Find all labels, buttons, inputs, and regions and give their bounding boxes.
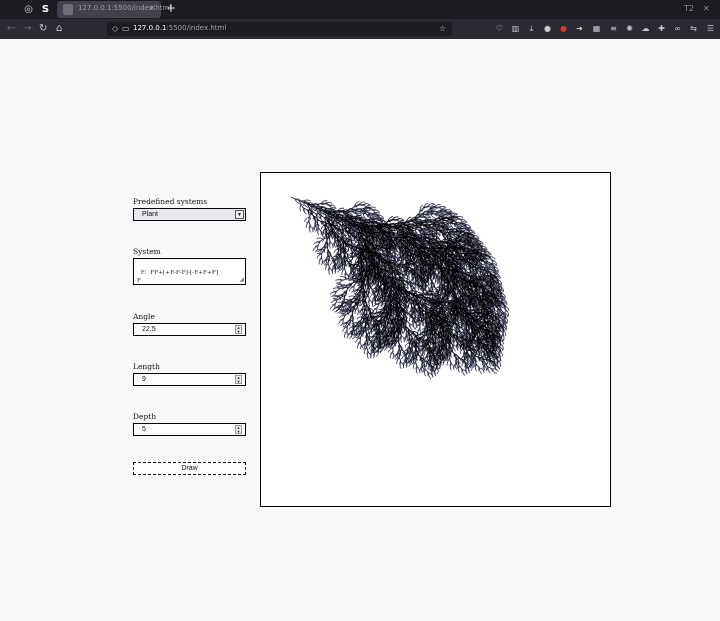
forward-icon[interactable]: →	[23, 23, 31, 35]
predefined-value: Plant	[142, 211, 158, 218]
profile-badge: T2	[684, 4, 694, 13]
extension-gear-icon[interactable]: ✺	[625, 24, 634, 33]
lsystem-canvas[interactable]	[260, 172, 611, 507]
home-icon[interactable]: ⌂	[56, 23, 62, 35]
predefined-label: Predefined systems	[133, 197, 208, 206]
length-label: Length	[133, 362, 160, 371]
depth-spinner-icon[interactable]: ▲ ▼	[235, 425, 242, 434]
url-path: :5500/index.html	[166, 24, 227, 32]
depth-value: 5	[142, 426, 146, 433]
page-info-icon[interactable]: ▭	[122, 24, 130, 34]
depth-label: Depth	[133, 412, 157, 421]
firefox-view-icon[interactable]: ◎	[22, 3, 35, 16]
reader-view-icon[interactable]: ▥	[511, 24, 520, 33]
system-value: F: FF+[+F-F-F]-[-F+F+F] F	[137, 270, 219, 284]
resize-grip-icon[interactable]: ◢	[239, 277, 244, 283]
system-label: System	[133, 247, 161, 256]
angle-label: Angle	[133, 312, 155, 321]
length-input[interactable]: 9 ▲ ▼	[133, 373, 246, 386]
extension-red-icon[interactable]: ●	[559, 24, 568, 33]
url-text[interactable]: 127.0.0.1:5500/index.html	[133, 24, 226, 32]
chevron-down-icon: ▼	[235, 210, 244, 219]
pinned-tab-icon[interactable]: S	[39, 3, 52, 16]
length-value: 9	[142, 376, 146, 383]
angle-value: 22.5	[142, 326, 156, 333]
reload-icon[interactable]: ↻	[39, 23, 47, 35]
extension-list-icon[interactable]: ≡	[609, 24, 618, 33]
plant-drawing	[290, 196, 510, 380]
angle-spinner-icon[interactable]: ▲ ▼	[235, 325, 242, 334]
url-bar[interactable]: ◇ ▭ 127.0.0.1:5500/index.html ☆	[107, 22, 452, 36]
new-tab-button[interactable]: +	[166, 2, 176, 15]
page-favicon-icon	[63, 4, 73, 15]
extension-puzzle-icon[interactable]: ✚	[657, 24, 666, 33]
draw-button[interactable]: Draw	[133, 462, 246, 475]
extension-cloud-icon[interactable]: ☁	[641, 24, 650, 33]
extension-code-icon[interactable]: ⇆	[689, 24, 698, 33]
menu-icon[interactable]: ☰	[706, 24, 715, 33]
angle-input[interactable]: 22.5 ▲ ▼	[133, 323, 246, 336]
downloads-icon[interactable]: ⤓	[527, 24, 536, 33]
length-spinner-icon[interactable]: ▲ ▼	[235, 375, 242, 384]
predefined-select[interactable]: Plant ▼	[133, 208, 246, 221]
bookmark-star-icon[interactable]: ☆	[439, 24, 446, 34]
depth-input[interactable]: 5 ▲ ▼	[133, 423, 246, 436]
extension-glasses-icon[interactable]: ∞	[673, 24, 682, 33]
window-close-icon[interactable]: ✕	[703, 4, 710, 13]
extension-grid-icon[interactable]: ▦	[592, 24, 601, 33]
extension-arrow-icon[interactable]: ➜	[575, 24, 584, 33]
tab-close-icon[interactable]: ×	[149, 3, 156, 12]
tab-title: 127.0.0.1:5500/index.html	[78, 4, 172, 12]
back-icon[interactable]: ←	[7, 23, 15, 35]
pocket-icon[interactable]: ♡	[495, 24, 504, 33]
url-host: 127.0.0.1	[133, 24, 167, 32]
shield-icon[interactable]: ◇	[112, 24, 118, 34]
extension-dark-icon[interactable]: ●	[543, 24, 552, 33]
tab-bar: ◎ S 127.0.0.1:5500/index.html × + T2 ✕	[0, 0, 720, 19]
system-textarea[interactable]: F: FF+[+F-F-F]-[-F+F+F] F ◢	[133, 258, 246, 285]
tab-index[interactable]: 127.0.0.1:5500/index.html ×	[57, 1, 171, 18]
